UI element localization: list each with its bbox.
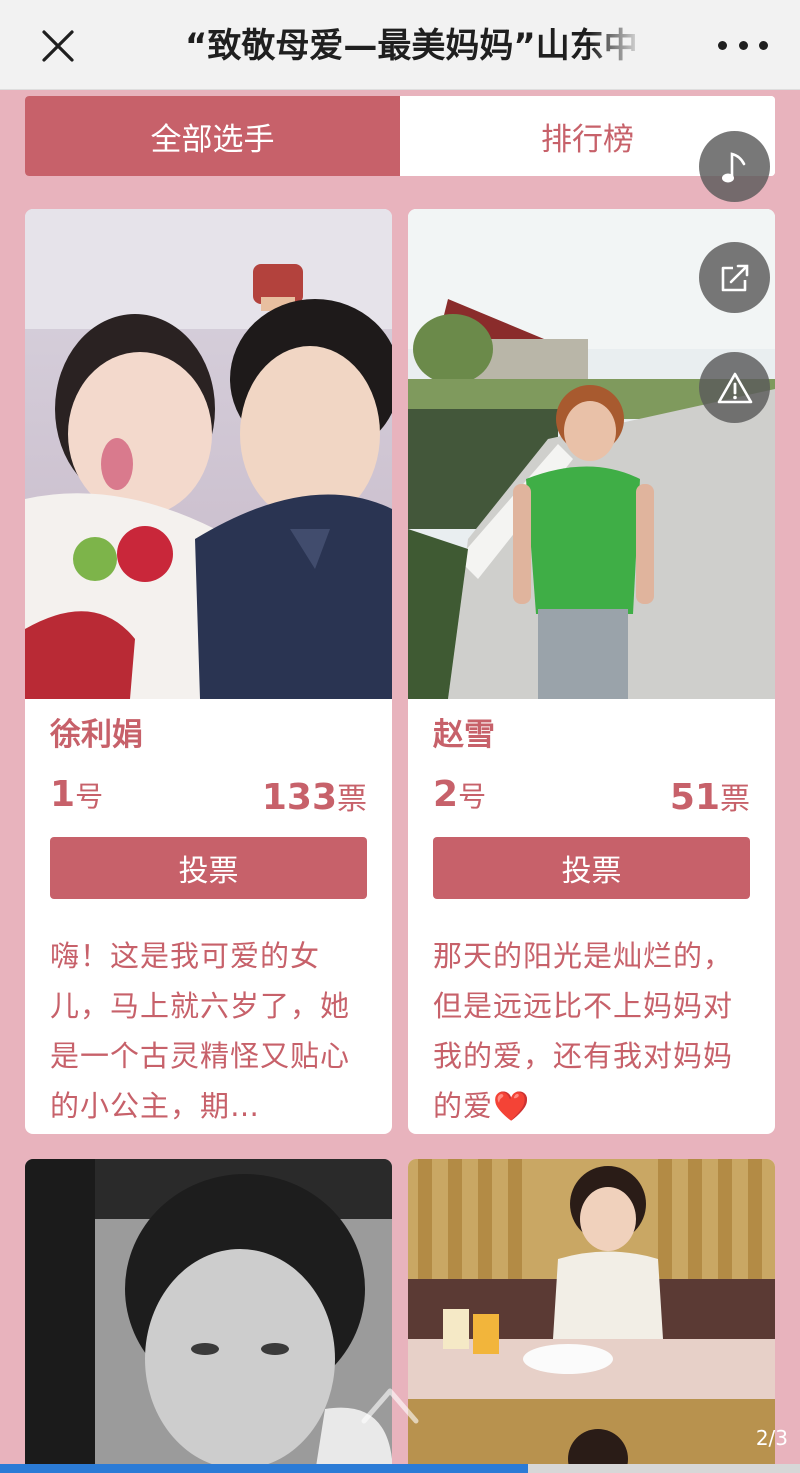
contestant-photo[interactable]	[25, 1159, 392, 1473]
contestant-number: 1号	[50, 774, 103, 815]
page-title: “致敬母爱—最美妈妈”山东中	[185, 26, 638, 66]
contestant-description: 那天的阳光是灿烂的，但是远远比不上妈妈对我的爱，还有我对妈妈的爱❤️	[433, 939, 734, 1123]
vote-count-value: 133	[261, 777, 337, 818]
scroll-progress-fill	[0, 1464, 528, 1473]
tab-all-contestants[interactable]: 全部选手	[25, 96, 400, 176]
contestant-number: 2号	[433, 774, 486, 815]
contestant-number-value: 1	[50, 774, 76, 815]
vote-count: 133票	[262, 774, 367, 818]
tab-bar: 全部选手 排行榜	[25, 96, 775, 176]
vote-count-value: 51	[669, 777, 720, 818]
warning-icon[interactable]	[699, 352, 770, 423]
vote-button[interactable]: 投票	[50, 837, 367, 899]
page-indicator: 2/3	[755, 1426, 788, 1450]
contestant-card[interactable]: 徐利娟 1号 133票 投票 嗨！这是我可爱的女儿，马上就六岁了，她是一个古灵精…	[25, 209, 392, 1134]
number-unit: 号	[458, 780, 487, 813]
vote-button[interactable]: 投票	[433, 837, 750, 899]
contestant-name: 赵雪	[433, 717, 495, 753]
contestant-description: 嗨！这是我可爱的女儿，马上就六岁了，她是一个古灵精怪又贴心的小公主，期…	[50, 939, 351, 1123]
contestant-card[interactable]: 赵雪 2号 51票 投票 那天的阳光是灿烂的，但是远远比不上妈妈对我的爱，还有我…	[408, 209, 775, 1134]
contestant-card[interactable]	[25, 1159, 392, 1473]
top-bar: “致敬母爱—最美妈妈”山东中	[0, 0, 800, 90]
contestant-photo[interactable]	[25, 209, 392, 699]
number-unit: 号	[75, 780, 104, 813]
votes-unit: 票	[337, 782, 367, 817]
contestant-photo[interactable]	[408, 1159, 775, 1473]
contestant-card[interactable]	[408, 1159, 775, 1473]
contestant-name: 徐利娟	[50, 717, 143, 753]
contestant-number-value: 2	[433, 774, 459, 815]
more-dots-icon[interactable]	[718, 32, 768, 58]
scroll-progress-bar	[0, 1464, 800, 1473]
votes-unit: 票	[720, 782, 750, 817]
share-icon[interactable]	[699, 242, 770, 313]
vote-count: 51票	[670, 774, 750, 818]
music-note-icon[interactable]	[699, 131, 770, 202]
close-icon[interactable]	[38, 26, 78, 66]
scroll-up-icon[interactable]	[358, 1383, 422, 1427]
